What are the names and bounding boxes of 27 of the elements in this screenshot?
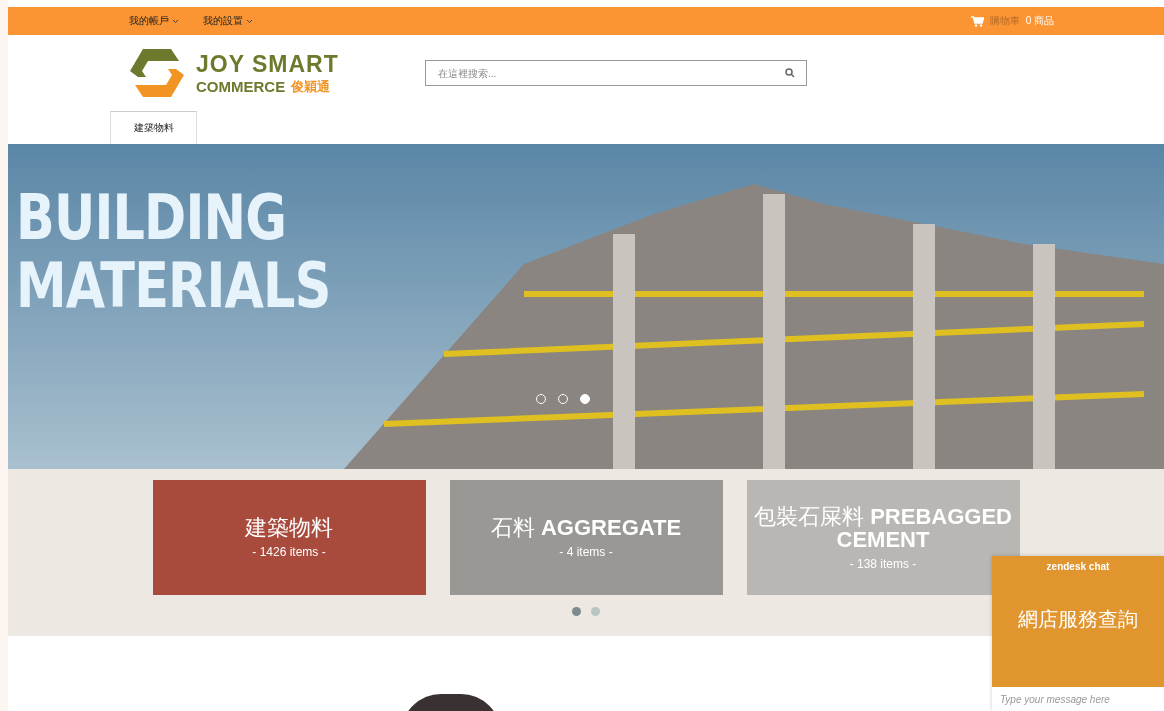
category-card[interactable]: 建築物料 - 1426 items -	[152, 480, 426, 595]
category-tab[interactable]: 建築物料	[110, 111, 197, 144]
chat-brand: zendesk chat	[1045, 561, 1111, 572]
chevron-icon	[246, 18, 253, 24]
carousel-dot[interactable]	[591, 607, 600, 616]
category-card[interactable]: 石料 AGGREGATE - 4 items -	[449, 480, 723, 595]
carousel-dot[interactable]	[572, 607, 581, 616]
category-count: - 4 items -	[559, 545, 613, 559]
account-menu[interactable]: 我的帳戶	[129, 14, 179, 28]
account-menu[interactable]: 我的設置	[203, 14, 253, 28]
category-title: 建築物料	[245, 516, 333, 539]
slide-dot[interactable]	[580, 394, 590, 404]
cart-icon[interactable]	[970, 15, 984, 27]
search-icon[interactable]	[785, 68, 795, 78]
chat-title: 網店服務查詢	[1017, 607, 1139, 632]
category-count: - 138 items -	[849, 556, 917, 571]
logo-subtitle: COMMERCE	[196, 78, 286, 95]
category-count: - 1426 items -	[252, 545, 326, 559]
category-title: 石料 AGGREGATE	[490, 516, 682, 539]
banner-title: BUILDING MATERIALS	[16, 184, 331, 320]
logo-icon	[128, 47, 186, 99]
chevron-icon	[172, 18, 179, 24]
logo-title: JOY SMART	[196, 50, 339, 78]
logo-chinese-name: 俊穎通	[291, 77, 331, 96]
chat-input[interactable]: Type your message here	[992, 687, 1164, 711]
category-title: 包裝石屎料 PREBAGGED CEMENT	[753, 504, 1013, 551]
search-field[interactable]: 在這裡搜索...	[425, 60, 807, 86]
